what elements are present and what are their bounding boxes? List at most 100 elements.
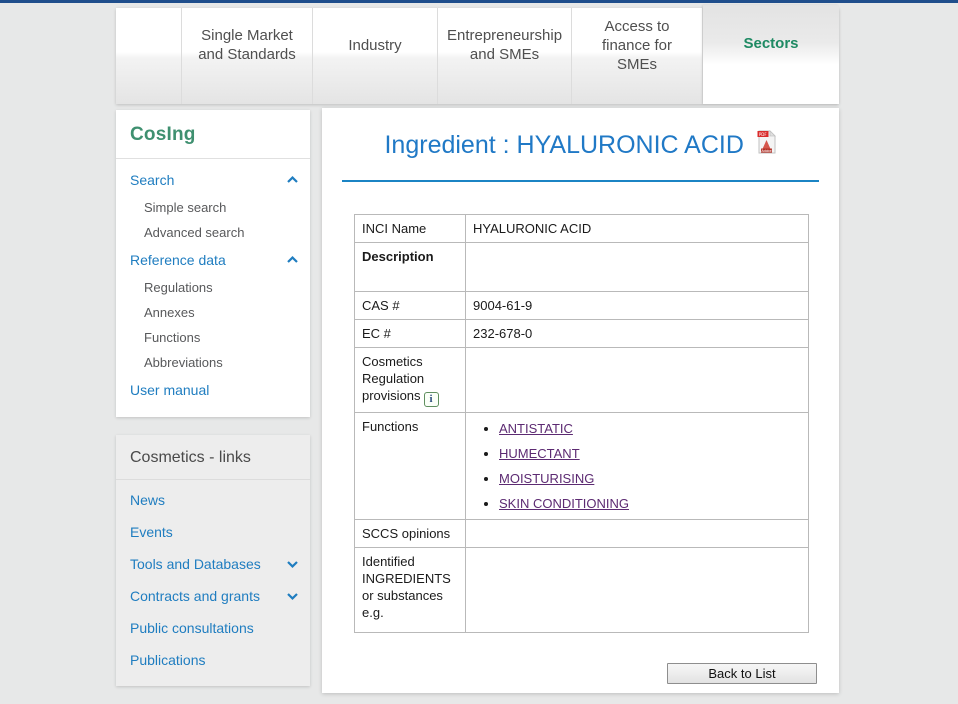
sidebar: CosIng Search Simple search Advanced sea…: [116, 110, 310, 704]
row-label-sccs-opinions: SCCS opinions: [355, 520, 466, 548]
row-value-functions: ANTISTATIC HUMECTANT MOISTURISING SKIN C…: [466, 413, 809, 520]
row-value-ec-number: 232-678-0: [466, 320, 809, 348]
tab-single-market-and-standards[interactable]: Single Market and Standards: [182, 8, 313, 104]
table-row: CAS # 9004-61-9: [355, 292, 809, 320]
sidebar-item-label: News: [130, 492, 165, 508]
function-link-moisturising[interactable]: MOISTURISING: [499, 471, 594, 486]
table-row: Identified INGREDIENTS or substances e.g…: [355, 548, 809, 633]
sidebar-item-annexes[interactable]: Annexes: [116, 300, 310, 325]
sidebar-item-publications[interactable]: Publications: [116, 644, 310, 676]
list-item: MOISTURISING: [499, 470, 801, 487]
row-label-description: Description: [355, 243, 466, 292]
function-link-skin-conditioning[interactable]: SKIN CONDITIONING: [499, 496, 629, 511]
function-link-humectant[interactable]: HUMECTANT: [499, 446, 580, 461]
tab-label: Entrepreneurship and SMEs: [447, 26, 562, 64]
row-label-inci-name: INCI Name: [355, 215, 466, 243]
svg-text:PDF: PDF: [758, 132, 766, 137]
list-item: SKIN CONDITIONING: [499, 495, 801, 512]
row-label-cosmetics-regulation-provisions: Cosmetics Regulation provisionsi: [355, 348, 466, 413]
sidebar-item-label: Regulations: [144, 280, 213, 295]
sidebar-item-reference-data[interactable]: Reference data: [116, 245, 310, 275]
table-row: SCCS opinions: [355, 520, 809, 548]
tab-label: Access to finance for SMEs: [582, 17, 692, 74]
cosmetics-links-title: Cosmetics - links: [130, 449, 251, 466]
chevron-down-icon[interactable]: [287, 560, 298, 568]
sidebar-item-advanced-search[interactable]: Advanced search: [116, 220, 310, 245]
row-label-cas-number: CAS #: [355, 292, 466, 320]
cosing-panel: CosIng Search Simple search Advanced sea…: [116, 110, 310, 417]
function-link-antistatic[interactable]: ANTISTATIC: [499, 421, 573, 436]
tab-label: Sectors: [743, 34, 798, 53]
row-value-identified-ingredients: [466, 548, 809, 633]
primary-navigation-tabs: Single Market and Standards Industry Ent…: [116, 8, 839, 104]
table-row: INCI Name HYALURONIC ACID: [355, 215, 809, 243]
sidebar-item-search[interactable]: Search: [116, 165, 310, 195]
functions-list: ANTISTATIC HUMECTANT MOISTURISING SKIN C…: [473, 420, 801, 512]
page-title-row: Ingredient : HYALURONIC ACID PDF Adobe: [322, 108, 839, 160]
svg-text:Adobe: Adobe: [761, 149, 771, 153]
row-label-text: Cosmetics Regulation provisions: [362, 354, 424, 403]
tab-sectors[interactable]: Sectors: [703, 5, 839, 104]
cosing-title: CosIng: [130, 124, 196, 145]
sidebar-item-label: Abbreviations: [144, 355, 223, 370]
row-label-identified-ingredients: Identified INGREDIENTS or substances e.g…: [355, 548, 466, 633]
sidebar-item-label: Tools and Databases: [130, 556, 261, 572]
tab-entrepreneurship-and-smes[interactable]: Entrepreneurship and SMEs: [438, 8, 572, 104]
back-button-row: Back to List: [322, 663, 817, 684]
cosing-panel-body: Search Simple search Advanced search Ref…: [116, 159, 310, 417]
sidebar-item-abbreviations[interactable]: Abbreviations: [116, 350, 310, 375]
cosmetics-links-panel-header: Cosmetics - links: [116, 435, 310, 480]
sidebar-item-events[interactable]: Events: [116, 516, 310, 548]
tab-label: Industry: [348, 36, 401, 55]
sidebar-item-label: Annexes: [144, 305, 195, 320]
row-label-functions: Functions: [355, 413, 466, 520]
sidebar-item-regulations[interactable]: Regulations: [116, 275, 310, 300]
sidebar-item-label: Public consultations: [130, 620, 254, 636]
cosmetics-links-panel: Cosmetics - links News Events Tools and …: [116, 435, 310, 686]
sidebar-item-label: Simple search: [144, 200, 226, 215]
row-value-cas-number: 9004-61-9: [466, 292, 809, 320]
table-row: Description: [355, 243, 809, 292]
top-accent-rule: [0, 0, 958, 3]
tab-access-to-finance-for-smes[interactable]: Access to finance for SMEs: [572, 8, 703, 104]
chevron-up-icon[interactable]: [287, 256, 298, 264]
cosing-panel-header: CosIng: [116, 110, 310, 159]
sidebar-item-label: Publications: [130, 652, 206, 668]
chevron-up-icon[interactable]: [287, 176, 298, 184]
tab-label: Single Market and Standards: [192, 26, 302, 64]
table-row: Cosmetics Regulation provisionsi: [355, 348, 809, 413]
sidebar-item-public-consultations[interactable]: Public consultations: [116, 612, 310, 644]
sidebar-item-label: Search: [130, 172, 174, 188]
tabbar-left-spacer: [116, 8, 182, 104]
sidebar-item-label: User manual: [130, 382, 209, 398]
sidebar-item-label: Reference data: [130, 252, 226, 268]
cosmetics-links-panel-body: News Events Tools and Databases Contract…: [116, 480, 310, 686]
sidebar-item-tools-and-databases[interactable]: Tools and Databases: [116, 548, 310, 580]
sidebar-item-label: Advanced search: [144, 225, 244, 240]
sidebar-item-label: Functions: [144, 330, 200, 345]
table-row: Functions ANTISTATIC HUMECTANT MOISTURIS…: [355, 413, 809, 520]
info-icon[interactable]: i: [424, 392, 439, 407]
sidebar-item-simple-search[interactable]: Simple search: [116, 195, 310, 220]
pdf-icon[interactable]: PDF Adobe: [757, 130, 777, 157]
sidebar-item-contracts-and-grants[interactable]: Contracts and grants: [116, 580, 310, 612]
row-value-inci-name: HYALURONIC ACID: [466, 215, 809, 243]
chevron-down-icon[interactable]: [287, 592, 298, 600]
title-divider: [342, 180, 819, 182]
row-value-sccs-opinions: [466, 520, 809, 548]
row-label-ec-number: EC #: [355, 320, 466, 348]
list-item: ANTISTATIC: [499, 420, 801, 437]
sidebar-item-label: Contracts and grants: [130, 588, 260, 604]
sidebar-item-functions[interactable]: Functions: [116, 325, 310, 350]
sidebar-item-user-manual[interactable]: User manual: [116, 375, 310, 405]
tab-industry[interactable]: Industry: [313, 8, 438, 104]
ingredient-detail-table: INCI Name HYALURONIC ACID Description CA…: [354, 214, 809, 633]
back-to-list-button[interactable]: Back to List: [667, 663, 817, 684]
row-value-cosmetics-regulation-provisions: [466, 348, 809, 413]
main-content-card: Ingredient : HYALURONIC ACID PDF Adobe I…: [322, 108, 839, 693]
sidebar-item-news[interactable]: News: [116, 484, 310, 516]
list-item: HUMECTANT: [499, 445, 801, 462]
table-row: EC # 232-678-0: [355, 320, 809, 348]
sidebar-item-label: Events: [130, 524, 173, 540]
page-title: Ingredient : HYALURONIC ACID: [384, 131, 743, 159]
